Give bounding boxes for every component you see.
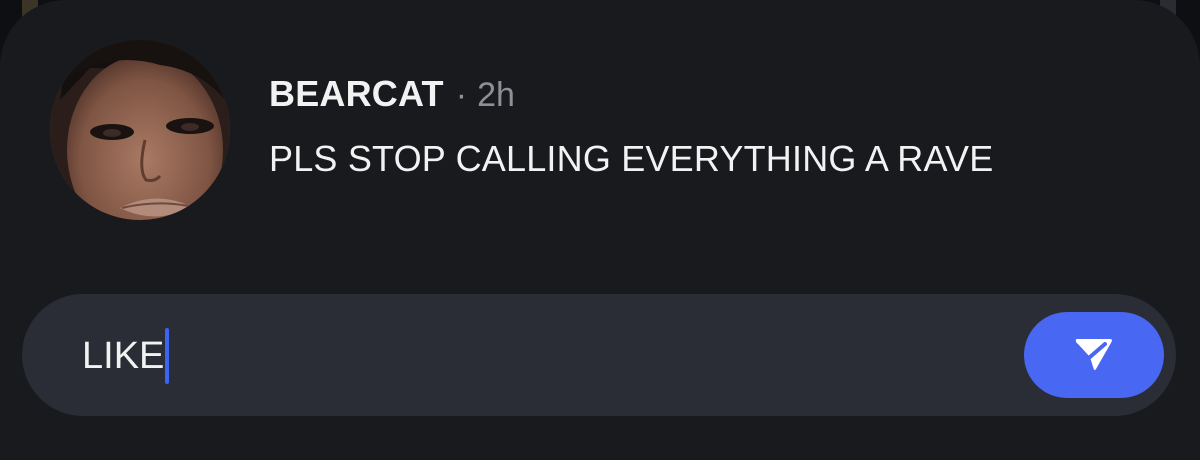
avatar[interactable] bbox=[50, 40, 230, 220]
reply-input-value: LIKE bbox=[82, 335, 165, 377]
avatar-photo bbox=[50, 40, 230, 220]
post-timestamp: 2h bbox=[477, 76, 515, 114]
send-icon bbox=[1075, 339, 1112, 371]
text-cursor bbox=[165, 328, 170, 384]
reply-input[interactable]: LIKE bbox=[82, 328, 170, 384]
username[interactable]: BEARCAT bbox=[269, 73, 444, 115]
reply-bar: LIKE bbox=[22, 294, 1176, 416]
post-text: PLS STOP CALLING EVERYTHING A RAVE bbox=[269, 138, 994, 179]
comment-sheet: BEARCAT · 2h PLS STOP CALLING EVERYTHING… bbox=[0, 0, 1200, 460]
send-button[interactable] bbox=[1024, 312, 1164, 398]
separator-dot: · bbox=[455, 76, 468, 114]
post-header: BEARCAT · 2h bbox=[269, 73, 515, 119]
